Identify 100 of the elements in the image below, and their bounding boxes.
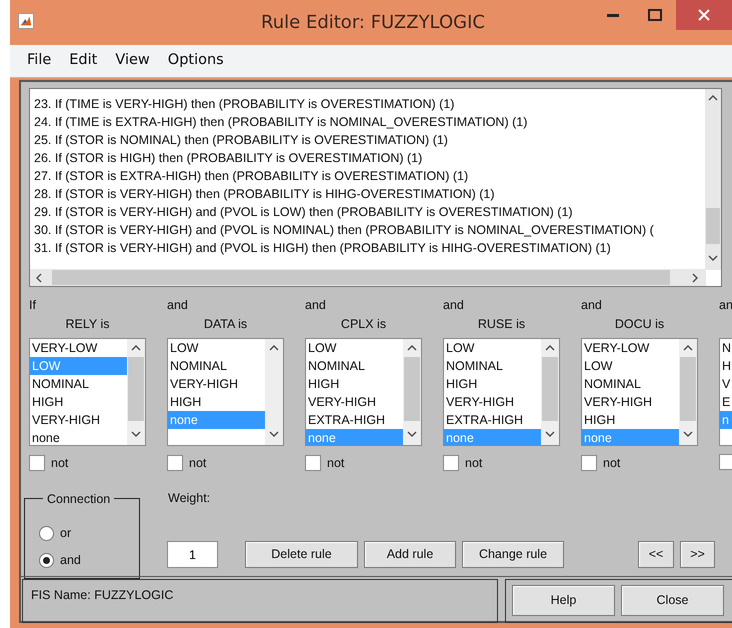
connector-label: If [29, 297, 37, 314]
rule-line[interactable]: 24. If (TIME is EXTRA-HIGH) then (PROBABILITY is NOMINAL_OVERESTIMATION) (1) [34, 113, 706, 131]
scrollbar-thumb[interactable] [404, 357, 420, 421]
checkbox[interactable] [581, 455, 597, 472]
scrollbar[interactable] [265, 339, 283, 445]
dialog-button[interactable]: Help [512, 585, 615, 616]
list-option[interactable]: LOW [444, 339, 542, 357]
variable-label: RUSE is [478, 317, 526, 331]
list-box[interactable]: LOW NOMINAL VERY-HIGH HIGH none [167, 338, 284, 446]
rule-line[interactable]: 25. If (STOR is NOMINAL) then (PROBABILITY is OVERESTIMATION) (1) [34, 131, 706, 149]
scrollbar-thumb[interactable] [542, 357, 558, 421]
list-option[interactable]: NOMINAL [168, 357, 266, 375]
list-option[interactable]: N [720, 339, 732, 357]
not-label: not [603, 455, 620, 472]
variable-label: CPLX is [340, 317, 386, 331]
scrollbar[interactable] [705, 89, 721, 270]
scrollbar-thumb[interactable] [680, 357, 696, 421]
scrollbar-thumb[interactable] [52, 270, 670, 285]
list-option[interactable]: VERY-LOW [582, 339, 680, 357]
list-option[interactable]: HIGH [168, 393, 266, 411]
radio-label: or [60, 525, 72, 542]
dialog-button[interactable]: Close [621, 585, 724, 616]
list-option[interactable]: EXTRA-HIGH [444, 411, 542, 429]
not-label: not [465, 455, 482, 472]
list-option[interactable]: V [720, 375, 732, 393]
list-box[interactable]: N H V E n [719, 338, 732, 446]
weight-field[interactable]: 1 [167, 541, 218, 568]
rule-line[interactable]: 31. If (STOR is VERY-HIGH) and (PVOL is HIGH) then (PROBABILITY is HIHG-OVERESTIMATION) (1) [34, 239, 706, 257]
list-box[interactable]: LOW NOMINAL HIGH VERY-HIGH EXTRA-HIGH none [305, 338, 422, 446]
list-option[interactable]: NOMINAL [306, 357, 404, 375]
not-label: not [327, 455, 344, 472]
checkbox[interactable] [305, 455, 321, 472]
previous-button[interactable]: << [638, 541, 674, 568]
list-option[interactable]: E [720, 393, 732, 411]
connector-label: an [719, 297, 732, 314]
list-option[interactable]: HIGH [582, 411, 680, 429]
scrollbar[interactable] [541, 339, 559, 445]
list-option[interactable]: H [720, 357, 732, 375]
list-option[interactable]: HIGH [30, 393, 128, 411]
menu-item[interactable]: File [18, 50, 60, 72]
action-button[interactable]: Delete rule [245, 541, 358, 568]
weight-label: Weight: [168, 490, 210, 507]
rule-line[interactable]: 29. If (STOR is VERY-HIGH) and (PVOL is LOW) then (PROBABILITY is OVERESTIMATION) (1) [34, 203, 706, 221]
scrollbar-thumb[interactable] [128, 357, 144, 421]
not-label: not [189, 455, 206, 472]
checkbox[interactable] [29, 455, 45, 472]
variable-label: DATA is [204, 317, 248, 331]
checkbox[interactable] [443, 455, 459, 472]
list-option[interactable]: LOW [168, 339, 266, 357]
radio-button[interactable] [39, 526, 54, 541]
rule-list[interactable] [29, 88, 722, 287]
next-button[interactable]: >> [680, 541, 715, 568]
list-option[interactable]: NOMINAL [582, 375, 680, 393]
scrollbar[interactable] [679, 339, 697, 445]
checkbox[interactable] [719, 454, 732, 470]
action-button[interactable]: Change rule [462, 541, 564, 568]
close-button[interactable] [676, 0, 732, 30]
list-option[interactable]: LOW [582, 357, 680, 375]
variable-label: RELY is [65, 317, 110, 331]
list-option[interactable]: VERY-HIGH [306, 393, 404, 411]
app-icon [18, 12, 34, 28]
list-option[interactable]: HIGH [444, 375, 542, 393]
rule-line[interactable]: 30. If (STOR is VERY-HIGH) and (PVOL is NOMINAL) then (PROBABILITY is NOMINAL_OVERESTIMATION) ( [34, 221, 706, 239]
window-title: Rule Editor: FUZZYLOGIC [260, 12, 486, 34]
rule-line[interactable]: 28. If (STOR is VERY-HIGH) then (PROBABILITY is HIHG-OVERESTIMATION) (1) [34, 185, 706, 203]
checkbox[interactable] [167, 455, 183, 472]
list-option[interactable]: none [30, 429, 128, 445]
list-option[interactable]: VERY-LOW [30, 339, 128, 357]
list-option[interactable]: VERY-HIGH [444, 393, 542, 411]
connector-label: and [167, 297, 189, 314]
menu-item[interactable]: Edit [60, 50, 106, 72]
variable-label: DOCU is [614, 317, 664, 331]
list-option[interactable]: VERY-HIGH [168, 375, 266, 393]
radio-button[interactable] [39, 552, 54, 568]
scrollbar[interactable] [127, 339, 145, 445]
list-box[interactable]: VERY-LOW LOW NOMINAL HIGH VERY-HIGH none [29, 338, 146, 446]
minimize-icon [607, 14, 619, 16]
scrollbar-thumb[interactable] [706, 208, 720, 244]
list-option[interactable]: VERY-HIGH [30, 411, 128, 429]
list-option[interactable]: HIGH [306, 375, 404, 393]
list-option[interactable]: NOMINAL [444, 357, 542, 375]
menu-item[interactable]: Options [158, 50, 233, 72]
scrollbar[interactable] [403, 339, 421, 445]
list-option[interactable]: LOW [306, 339, 404, 357]
action-button[interactable]: Add rule [364, 541, 456, 568]
list-box[interactable]: VERY-LOW LOW NOMINAL VERY-HIGH HIGH none [581, 338, 698, 446]
list-option[interactable]: VERY-HIGH [582, 393, 680, 411]
scrollbar[interactable] [30, 269, 706, 286]
list-option[interactable]: EXTRA-HIGH [306, 411, 404, 429]
connector-label: and [305, 297, 327, 314]
rule-line[interactable]: 26. If (STOR is HIGH) then (PROBABILITY is OVERESTIMATION) (1) [34, 149, 706, 167]
close-icon [698, 9, 710, 21]
list-box[interactable]: LOW NOMINAL HIGH VERY-HIGH EXTRA-HIGH none [443, 338, 560, 446]
not-label: not [51, 455, 68, 472]
menu-item[interactable]: View [106, 50, 159, 72]
rule-line[interactable]: 27. If (STOR is EXTRA-HIGH) then (PROBABILITY is OVERESTIMATION) (1) [34, 167, 706, 185]
list-option[interactable]: NOMINAL [30, 375, 128, 393]
connector-label: and [443, 297, 465, 314]
connector-label: and [581, 297, 603, 314]
rule-line[interactable]: 23. If (TIME is VERY-HIGH) then (PROBABILITY is OVERESTIMATION) (1) [34, 95, 706, 113]
